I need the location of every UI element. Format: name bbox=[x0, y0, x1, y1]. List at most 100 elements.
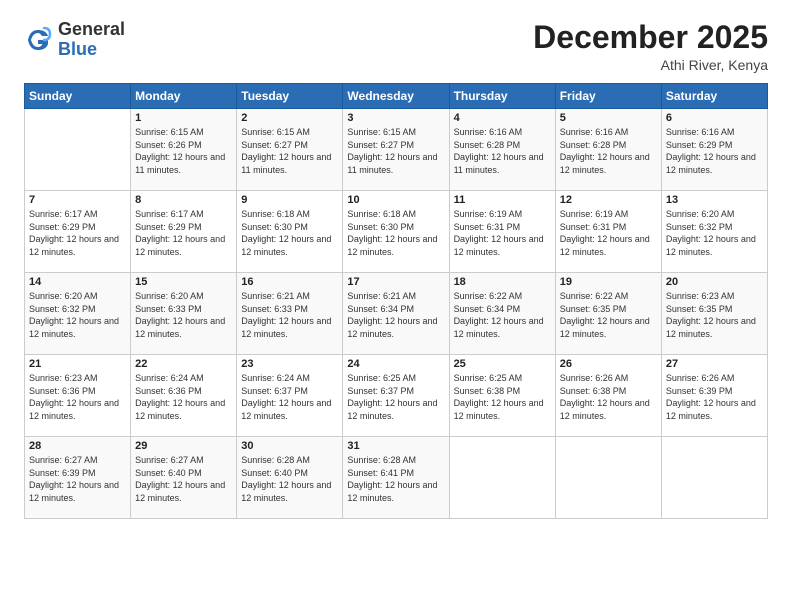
table-row: 18 Sunrise: 6:22 AMSunset: 6:34 PMDayligh… bbox=[449, 273, 555, 355]
day-number: 16 bbox=[241, 276, 338, 288]
day-info: Sunrise: 6:15 AMSunset: 6:27 PMDaylight:… bbox=[241, 126, 338, 176]
table-row: 31Sunrise: 6:28 AMSunset: 6:41 PMDayligh… bbox=[343, 437, 449, 519]
page: General Blue December 2025 Athi River, K… bbox=[0, 0, 792, 612]
day-number: 9 bbox=[241, 194, 338, 206]
calendar-week-1: 1 Sunrise: 6:15 AMSunset: 6:26 PMDaylight… bbox=[25, 109, 768, 191]
day-info: Sunrise: 6:28 AMSunset: 6:40 PMDaylight:… bbox=[241, 454, 338, 504]
day-info: Sunrise: 6:22 AMSunset: 6:34 PMDaylight:… bbox=[454, 290, 551, 340]
day-number: 13 bbox=[666, 194, 763, 206]
day-number: 3 bbox=[347, 112, 444, 124]
calendar-week-4: 21 Sunrise: 6:23 AMSunset: 6:36 PMDayligh… bbox=[25, 355, 768, 437]
day-number: 27 bbox=[666, 358, 763, 370]
table-row: 27 Sunrise: 6:26 AMSunset: 6:39 PMDayligh… bbox=[661, 355, 767, 437]
table-row bbox=[449, 437, 555, 519]
table-row: 10 Sunrise: 6:18 AMSunset: 6:30 PMDayligh… bbox=[343, 191, 449, 273]
day-number: 11 bbox=[454, 194, 551, 206]
header-saturday: Saturday bbox=[661, 84, 767, 109]
header-sunday: Sunday bbox=[25, 84, 131, 109]
table-row: 19 Sunrise: 6:22 AMSunset: 6:35 PMDayligh… bbox=[555, 273, 661, 355]
table-row: 8Sunrise: 6:17 AMSunset: 6:29 PMDaylight… bbox=[131, 191, 237, 273]
day-number: 26 bbox=[560, 358, 657, 370]
table-row: 16 Sunrise: 6:21 AMSunset: 6:33 PMDayligh… bbox=[237, 273, 343, 355]
header: General Blue December 2025 Athi River, K… bbox=[24, 20, 768, 73]
day-number: 18 bbox=[454, 276, 551, 288]
table-row: 30Sunrise: 6:28 AMSunset: 6:40 PMDayligh… bbox=[237, 437, 343, 519]
day-info: Sunrise: 6:21 AMSunset: 6:34 PMDaylight:… bbox=[347, 290, 444, 340]
day-number: 2 bbox=[241, 112, 338, 124]
day-info: Sunrise: 6:17 AMSunset: 6:29 PMDaylight:… bbox=[29, 208, 126, 258]
day-info: Sunrise: 6:20 AMSunset: 6:32 PMDaylight:… bbox=[666, 208, 763, 258]
day-number: 22 bbox=[135, 358, 232, 370]
day-info: Sunrise: 6:15 AMSunset: 6:26 PMDaylight:… bbox=[135, 126, 232, 176]
calendar-week-2: 7Sunrise: 6:17 AMSunset: 6:29 PMDaylight… bbox=[25, 191, 768, 273]
day-info: Sunrise: 6:18 AMSunset: 6:30 PMDaylight:… bbox=[347, 208, 444, 258]
header-friday: Friday bbox=[555, 84, 661, 109]
location: Athi River, Kenya bbox=[533, 57, 768, 73]
day-number: 28 bbox=[29, 440, 126, 452]
day-number: 23 bbox=[241, 358, 338, 370]
table-row: 9Sunrise: 6:18 AMSunset: 6:30 PMDaylight… bbox=[237, 191, 343, 273]
day-info: Sunrise: 6:25 AMSunset: 6:38 PMDaylight:… bbox=[454, 372, 551, 422]
day-info: Sunrise: 6:24 AMSunset: 6:36 PMDaylight:… bbox=[135, 372, 232, 422]
day-info: Sunrise: 6:23 AMSunset: 6:35 PMDaylight:… bbox=[666, 290, 763, 340]
table-row: 3Sunrise: 6:15 AMSunset: 6:27 PMDaylight… bbox=[343, 109, 449, 191]
table-row: 14Sunrise: 6:20 AMSunset: 6:32 PMDayligh… bbox=[25, 273, 131, 355]
calendar-week-5: 28 Sunrise: 6:27 AMSunset: 6:39 PMDayligh… bbox=[25, 437, 768, 519]
day-info: Sunrise: 6:17 AMSunset: 6:29 PMDaylight:… bbox=[135, 208, 232, 258]
calendar-week-3: 14Sunrise: 6:20 AMSunset: 6:32 PMDayligh… bbox=[25, 273, 768, 355]
day-number: 10 bbox=[347, 194, 444, 206]
day-info: Sunrise: 6:20 AMSunset: 6:33 PMDaylight:… bbox=[135, 290, 232, 340]
weekday-header-row: Sunday Monday Tuesday Wednesday Thursday… bbox=[25, 84, 768, 109]
day-info: Sunrise: 6:27 AMSunset: 6:40 PMDaylight:… bbox=[135, 454, 232, 504]
table-row: 12 Sunrise: 6:19 AMSunset: 6:31 PMDayligh… bbox=[555, 191, 661, 273]
day-number: 19 bbox=[560, 276, 657, 288]
table-row: 22 Sunrise: 6:24 AMSunset: 6:36 PMDayligh… bbox=[131, 355, 237, 437]
day-number: 15 bbox=[135, 276, 232, 288]
day-number: 1 bbox=[135, 112, 232, 124]
table-row: 6 Sunrise: 6:16 AMSunset: 6:29 PMDaylight… bbox=[661, 109, 767, 191]
day-number: 5 bbox=[560, 112, 657, 124]
month-title: December 2025 bbox=[533, 20, 768, 55]
table-row: 29 Sunrise: 6:27 AMSunset: 6:40 PMDayligh… bbox=[131, 437, 237, 519]
header-wednesday: Wednesday bbox=[343, 84, 449, 109]
logo-text: General Blue bbox=[58, 20, 125, 60]
day-info: Sunrise: 6:23 AMSunset: 6:36 PMDaylight:… bbox=[29, 372, 126, 422]
logo: General Blue bbox=[24, 20, 125, 60]
table-row: 25 Sunrise: 6:25 AMSunset: 6:38 PMDayligh… bbox=[449, 355, 555, 437]
day-info: Sunrise: 6:19 AMSunset: 6:31 PMDaylight:… bbox=[560, 208, 657, 258]
day-number: 21 bbox=[29, 358, 126, 370]
table-row bbox=[661, 437, 767, 519]
day-info: Sunrise: 6:26 AMSunset: 6:39 PMDaylight:… bbox=[666, 372, 763, 422]
day-info: Sunrise: 6:24 AMSunset: 6:37 PMDaylight:… bbox=[241, 372, 338, 422]
table-row bbox=[25, 109, 131, 191]
header-monday: Monday bbox=[131, 84, 237, 109]
table-row: 11 Sunrise: 6:19 AMSunset: 6:31 PMDayligh… bbox=[449, 191, 555, 273]
day-number: 12 bbox=[560, 194, 657, 206]
day-info: Sunrise: 6:20 AMSunset: 6:32 PMDaylight:… bbox=[29, 290, 126, 340]
day-info: Sunrise: 6:16 AMSunset: 6:28 PMDaylight:… bbox=[454, 126, 551, 176]
header-tuesday: Tuesday bbox=[237, 84, 343, 109]
day-info: Sunrise: 6:25 AMSunset: 6:37 PMDaylight:… bbox=[347, 372, 444, 422]
day-number: 29 bbox=[135, 440, 232, 452]
table-row: 26Sunrise: 6:26 AMSunset: 6:38 PMDayligh… bbox=[555, 355, 661, 437]
table-row: 23 Sunrise: 6:24 AMSunset: 6:37 PMDayligh… bbox=[237, 355, 343, 437]
day-info: Sunrise: 6:28 AMSunset: 6:41 PMDaylight:… bbox=[347, 454, 444, 504]
table-row: 21 Sunrise: 6:23 AMSunset: 6:36 PMDayligh… bbox=[25, 355, 131, 437]
logo-icon bbox=[24, 26, 52, 54]
table-row: 7Sunrise: 6:17 AMSunset: 6:29 PMDaylight… bbox=[25, 191, 131, 273]
day-info: Sunrise: 6:27 AMSunset: 6:39 PMDaylight:… bbox=[29, 454, 126, 504]
day-info: Sunrise: 6:16 AMSunset: 6:28 PMDaylight:… bbox=[560, 126, 657, 176]
logo-blue-text: Blue bbox=[58, 39, 97, 59]
day-info: Sunrise: 6:16 AMSunset: 6:29 PMDaylight:… bbox=[666, 126, 763, 176]
day-info: Sunrise: 6:19 AMSunset: 6:31 PMDaylight:… bbox=[454, 208, 551, 258]
day-number: 25 bbox=[454, 358, 551, 370]
table-row: 28 Sunrise: 6:27 AMSunset: 6:39 PMDayligh… bbox=[25, 437, 131, 519]
day-info: Sunrise: 6:22 AMSunset: 6:35 PMDaylight:… bbox=[560, 290, 657, 340]
table-row: 2 Sunrise: 6:15 AMSunset: 6:27 PMDaylight… bbox=[237, 109, 343, 191]
day-number: 6 bbox=[666, 112, 763, 124]
day-info: Sunrise: 6:21 AMSunset: 6:33 PMDaylight:… bbox=[241, 290, 338, 340]
table-row: 15 Sunrise: 6:20 AMSunset: 6:33 PMDayligh… bbox=[131, 273, 237, 355]
day-number: 4 bbox=[454, 112, 551, 124]
calendar-table: Sunday Monday Tuesday Wednesday Thursday… bbox=[24, 83, 768, 519]
day-number: 20 bbox=[666, 276, 763, 288]
